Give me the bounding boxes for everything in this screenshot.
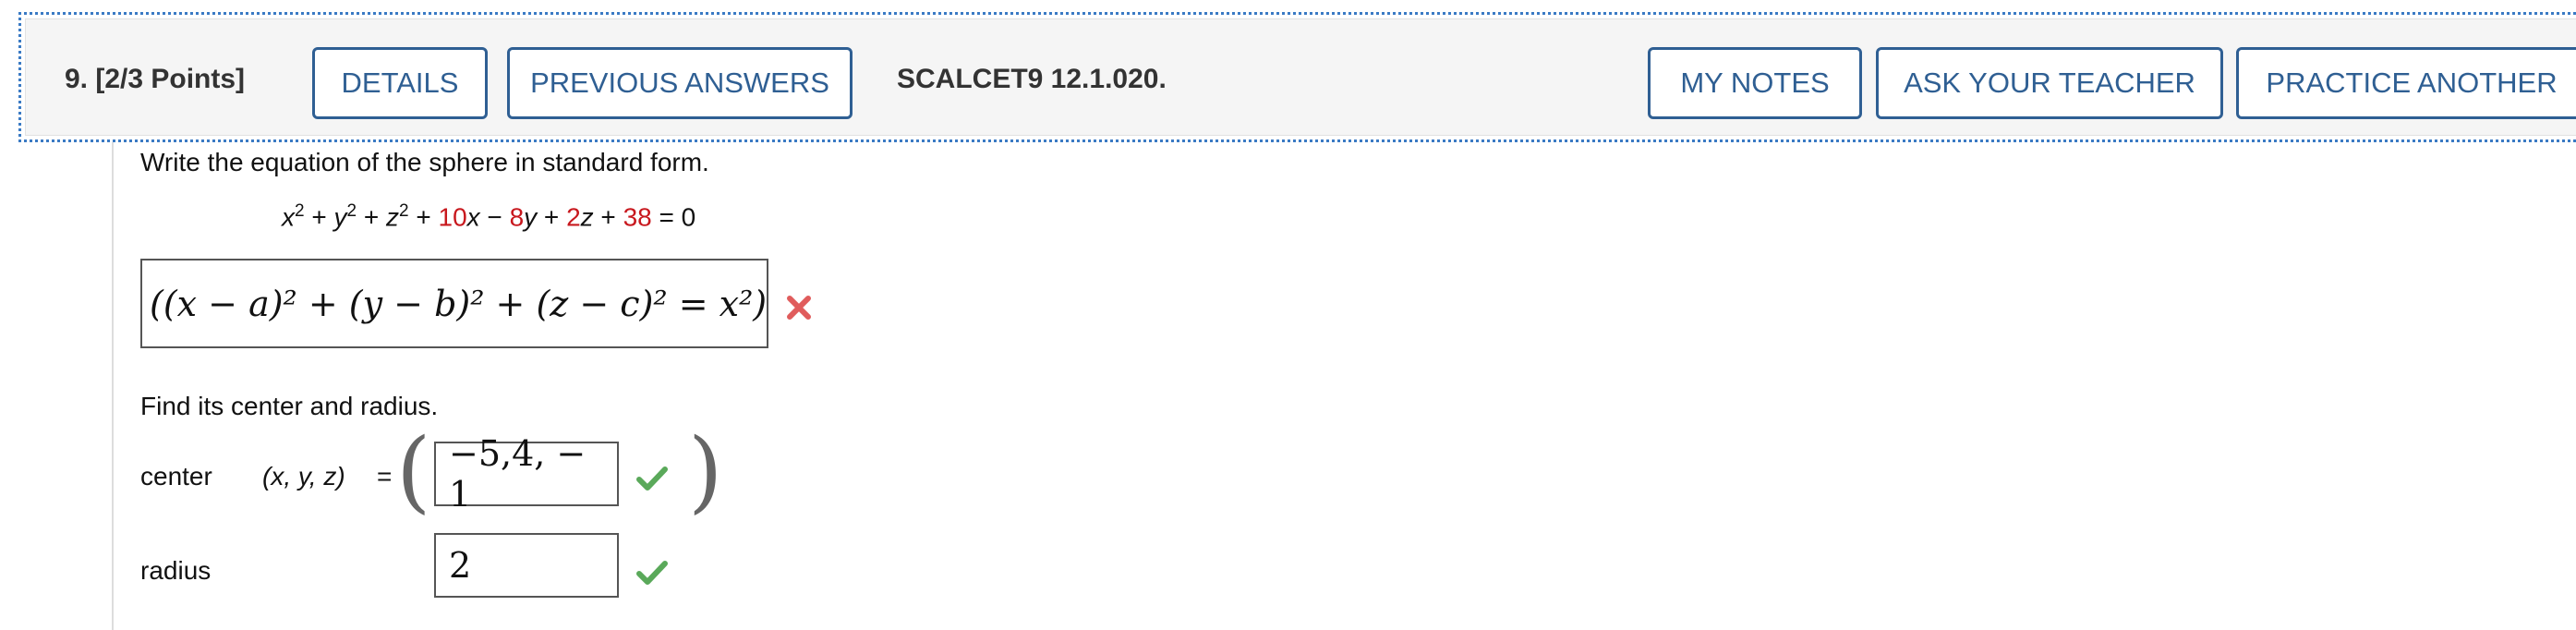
coef-z: 2	[566, 202, 581, 232]
my-notes-button[interactable]: MY NOTES	[1648, 47, 1862, 119]
instruction-text: Write the equation of the sphere in stan…	[140, 148, 709, 176]
question-header: 9. [2/3 Points] DETAILS PREVIOUS ANSWERS…	[18, 12, 2576, 142]
given-equation: x2 + y2 + z2 + 10x − 8y + 2z + 38 = 0	[282, 201, 696, 232]
practice-another-button[interactable]: PRACTICE ANOTHER	[2236, 47, 2576, 119]
problem-code: SCALCET9 12.1.020.	[897, 64, 1167, 94]
radius-label: radius	[140, 556, 212, 585]
center-equals: =	[377, 462, 393, 491]
radius-value: 2	[449, 545, 472, 586]
eq-y: y	[333, 202, 347, 232]
previous-answers-button[interactable]: PREVIOUS ANSWERS	[507, 47, 853, 119]
center-value: −5,4, − 1	[449, 433, 587, 515]
eq-z: z	[386, 202, 399, 232]
center-input[interactable]: −5,4, − 1	[434, 433, 619, 515]
find-prompt: Find its center and radius.	[140, 392, 439, 420]
coef-x: 10	[438, 202, 467, 232]
question-label: 9. [2/3 Points]	[65, 64, 246, 94]
check-icon	[636, 466, 668, 491]
close-paren: )	[688, 419, 723, 523]
center-label: center	[140, 462, 212, 491]
content-divider	[112, 142, 114, 630]
sphere-answer-text: ((x − a)² + (y − b)² + (z − c)² = x²)	[150, 283, 768, 324]
sphere-equation-answer-field[interactable]: ((x − a)² + (y − b)² + (z − c)² = x²)	[140, 259, 768, 348]
open-paren: (	[396, 419, 431, 523]
x-mark-icon	[787, 296, 811, 320]
coef-y: 8	[509, 202, 525, 232]
check-icon	[636, 561, 668, 585]
ask-your-teacher-button[interactable]: ASK YOUR TEACHER	[1876, 47, 2223, 119]
header-bar: 9. [2/3 Points] DETAILS PREVIOUS ANSWERS…	[25, 18, 2576, 136]
center-variables: (x, y, z)	[262, 462, 345, 491]
eq-x: x	[282, 202, 295, 232]
equation-rhs: 0	[681, 202, 696, 232]
constant-term: 38	[623, 202, 652, 232]
radius-input[interactable]: 2	[434, 533, 619, 598]
details-button[interactable]: DETAILS	[312, 47, 488, 119]
